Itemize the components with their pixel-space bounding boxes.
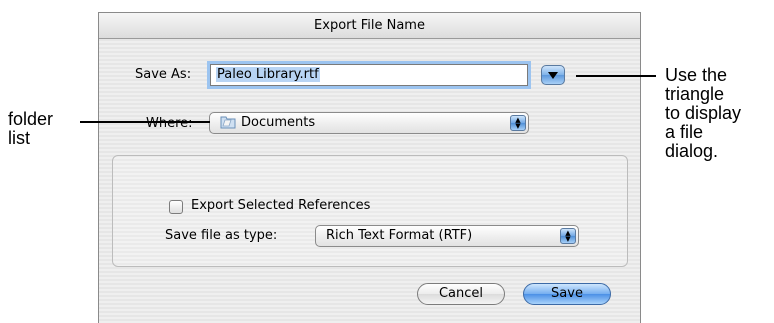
export-selected-checkbox[interactable] <box>169 200 183 214</box>
updown-arrows-icon: ▲ ▼ <box>510 115 526 131</box>
save-as-value: Paleo Library.rtf <box>216 67 320 82</box>
save-as-field[interactable]: Paleo Library.rtf <box>210 64 528 86</box>
export-selected-label: Export Selected References <box>191 198 371 213</box>
annotation-line-4: a file <box>665 122 704 142</box>
annotation-line-5: dialog. <box>665 141 719 161</box>
annotation-line-1: folder <box>8 109 54 129</box>
where-label: Where: <box>146 116 193 131</box>
triangle-annotation: Use the triangle to display a file dialo… <box>665 66 741 161</box>
disclosure-triangle-button[interactable] <box>541 65 565 85</box>
folder-list-annotation: folder list <box>8 110 53 148</box>
where-folder-popup[interactable]: Documents ▲ ▼ <box>209 112 529 134</box>
cancel-button[interactable]: Cancel <box>417 283 505 305</box>
annotation-line-3: to display <box>665 103 742 123</box>
disclosure-triangle-icon <box>548 71 558 79</box>
annotation-line-2: list <box>8 128 30 148</box>
save-as-label: Save As: <box>135 67 192 82</box>
updown-arrows-icon: ▲ ▼ <box>560 228 576 244</box>
triangle-pointer <box>576 75 656 77</box>
where-value: Documents <box>241 115 316 130</box>
save-button[interactable]: Save <box>523 283 611 305</box>
file-type-value: Rich Text Format (RTF) <box>326 228 473 243</box>
export-file-name-dialog: Export File Name Save As: Paleo Library.… <box>98 12 641 323</box>
file-type-label: Save file as type: <box>165 228 278 243</box>
folder-list-pointer <box>80 121 210 123</box>
annotation-line-1: Use the <box>665 65 728 85</box>
file-type-popup[interactable]: Rich Text Format (RTF) ▲ ▼ <box>315 225 579 247</box>
dialog-title: Export File Name <box>99 13 640 39</box>
folder-icon <box>220 114 236 136</box>
annotation-line-2: triangle <box>665 84 725 104</box>
